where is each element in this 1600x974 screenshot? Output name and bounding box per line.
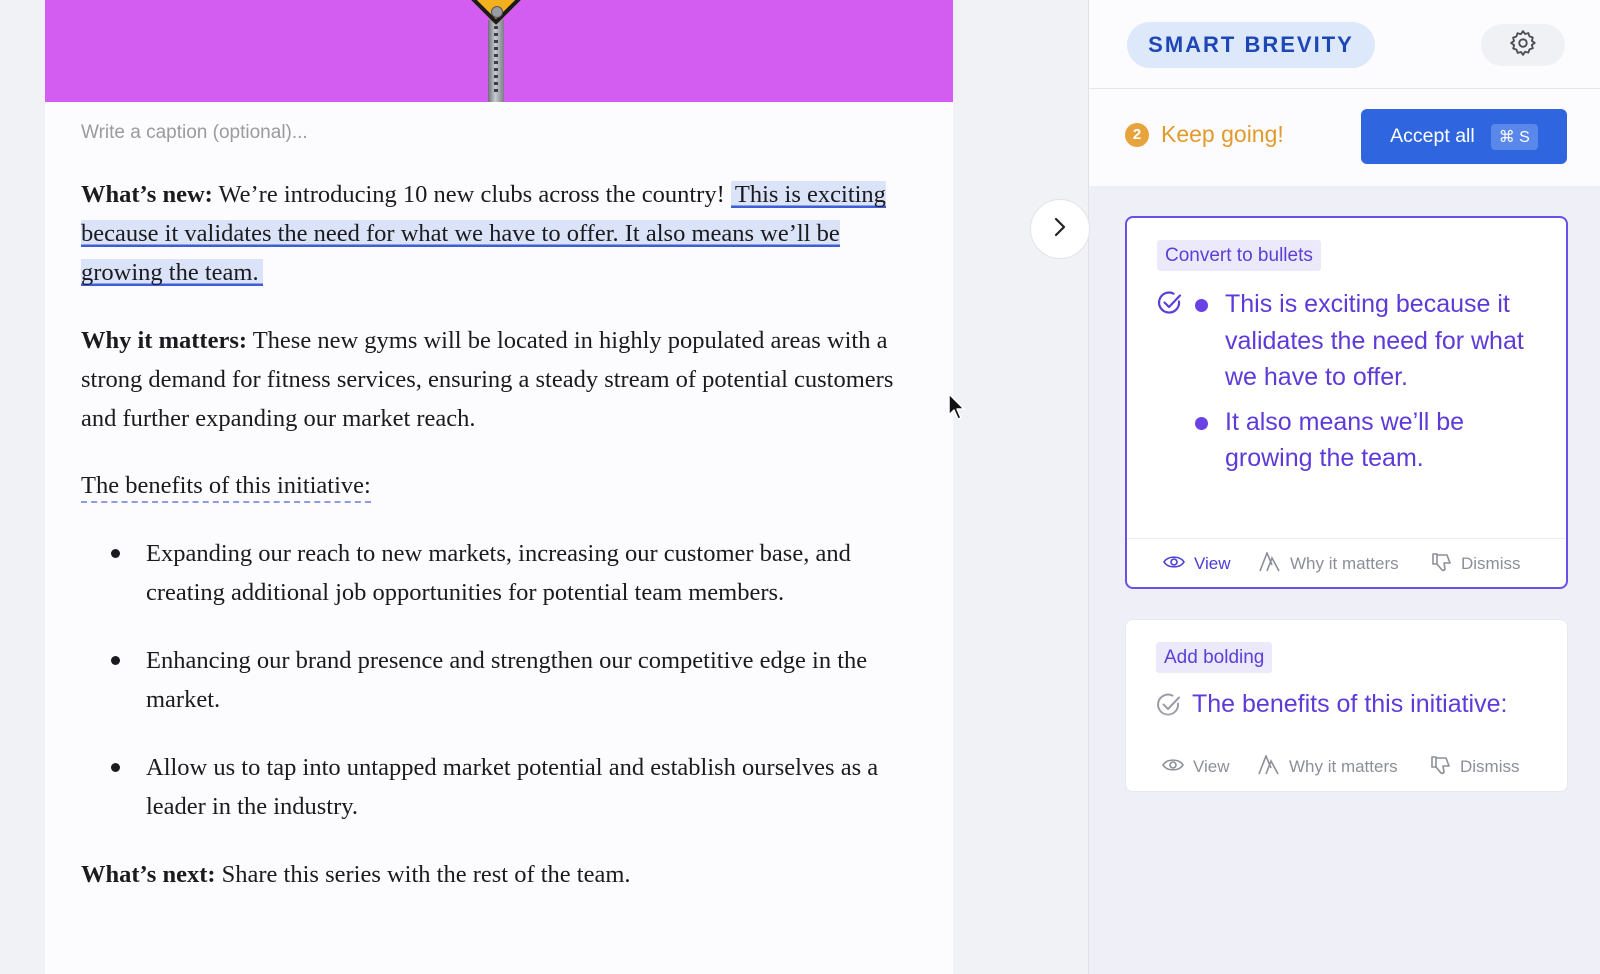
panel-header: SMART BREVITY 2 Keep going! Accept all ⌘… <box>1089 0 1600 186</box>
view-label: View <box>1194 554 1231 573</box>
whats-next-label: What’s next: <box>81 861 216 888</box>
settings-button[interactable] <box>1481 24 1565 66</box>
dismiss-button[interactable]: Dismiss <box>1431 755 1520 780</box>
keyboard-shortcut: ⌘ S <box>1490 123 1538 150</box>
check-circle-icon[interactable] <box>1157 290 1183 321</box>
why-it-matters-label: Why it matters: <box>81 327 248 354</box>
fade-overlay <box>1126 710 1567 746</box>
suggestion-bullet-text: It also means we’ll be growing the team. <box>1225 407 1465 473</box>
why-it-matters-icon <box>1259 550 1281 577</box>
bullet-text: Expanding our reach to new markets, incr… <box>146 540 851 606</box>
status-indicator: 2 Keep going! <box>1125 121 1284 148</box>
status-text: Keep going! <box>1161 121 1284 147</box>
suggestion-bullet: It also means we’ll be growing the team. <box>1193 404 1533 477</box>
view-button[interactable]: View <box>1162 757 1230 778</box>
paragraph-benefits-title[interactable]: The benefits of this initiative: <box>81 466 901 505</box>
why-it-matters-icon <box>1258 753 1280 780</box>
eye-icon <box>1162 757 1184 778</box>
bullet-text: Allow us to tap into untapped market pot… <box>146 754 879 820</box>
smart-brevity-badge: SMART BREVITY <box>1127 22 1375 68</box>
suggestion-footer: View Why it matters Dismiss <box>1126 742 1567 791</box>
gear-icon <box>1508 28 1538 63</box>
chevron-right-icon <box>1053 216 1067 243</box>
why-it-matters-button[interactable]: Why it matters <box>1259 550 1399 577</box>
whats-new-text: We’re introducing 10 new clubs across th… <box>212 181 731 208</box>
thumbs-down-icon <box>1432 552 1452 577</box>
paragraph-whats-next[interactable]: What’s next: Share this series with the … <box>81 855 901 894</box>
bullet-dot <box>111 549 120 558</box>
why-it-matters-label: Why it matters <box>1290 554 1399 573</box>
accept-all-button[interactable]: Accept all ⌘ S <box>1361 109 1567 164</box>
thumbs-down-icon <box>1431 755 1451 780</box>
smart-brevity-panel: SMART BREVITY 2 Keep going! Accept all ⌘… <box>1088 0 1600 974</box>
bullet-dot <box>1195 416 1208 430</box>
sign-bolt <box>491 6 503 18</box>
dismiss-label: Dismiss <box>1460 757 1520 776</box>
paragraph-whats-new[interactable]: What’s new: We’re introducing 10 new clu… <box>81 175 901 292</box>
suggestion-footer: View Why it matters Dismiss <box>1127 538 1566 589</box>
sign-pole <box>488 20 504 102</box>
hero-image <box>45 0 953 102</box>
bullet-dot <box>111 656 120 665</box>
benefits-title-text[interactable]: The benefits of this initiative: <box>81 472 371 503</box>
accept-all-label: Accept all <box>1390 125 1475 147</box>
suggestion-card-bolding[interactable]: Add bolding The benefits of this initiat… <box>1125 619 1568 792</box>
whats-next-text: Share this series with the rest of the t… <box>215 861 631 888</box>
why-it-matters-label: Why it matters <box>1289 757 1398 776</box>
bullet-text: Enhancing our brand presence and strengt… <box>146 647 868 713</box>
whats-new-label: What’s new: <box>81 181 213 208</box>
caption-input[interactable]: Write a caption (optional)... <box>81 122 308 144</box>
suggestion-bullet: This is exciting because it validates th… <box>1193 286 1533 396</box>
bullet-dot <box>111 763 120 772</box>
status-count-badge: 2 <box>1125 122 1149 147</box>
collapse-panel-button[interactable] <box>1030 199 1090 259</box>
suggestion-card-bullets[interactable]: Convert to bullets This is exciting beca… <box>1125 216 1568 589</box>
eye-icon <box>1163 554 1185 575</box>
divider <box>1089 88 1600 89</box>
view-label: View <box>1193 757 1230 776</box>
suggestion-tag: Convert to bullets <box>1157 240 1321 271</box>
cursor-icon <box>948 393 966 426</box>
view-button[interactable]: View <box>1163 554 1231 575</box>
suggestion-bullet-list: This is exciting because it validates th… <box>1193 286 1533 485</box>
editor-card: Write a caption (optional)... What’s new… <box>45 0 953 974</box>
suggestion-bullet-text: This is exciting because it validates th… <box>1225 290 1524 391</box>
bullet-dot <box>1195 299 1208 312</box>
paragraph-why-it-matters[interactable]: Why it matters: These new gyms will be l… <box>81 321 901 438</box>
dismiss-button[interactable]: Dismiss <box>1432 552 1521 577</box>
why-it-matters-button[interactable]: Why it matters <box>1258 753 1398 780</box>
dismiss-label: Dismiss <box>1461 554 1521 573</box>
suggestion-tag: Add bolding <box>1156 642 1273 673</box>
